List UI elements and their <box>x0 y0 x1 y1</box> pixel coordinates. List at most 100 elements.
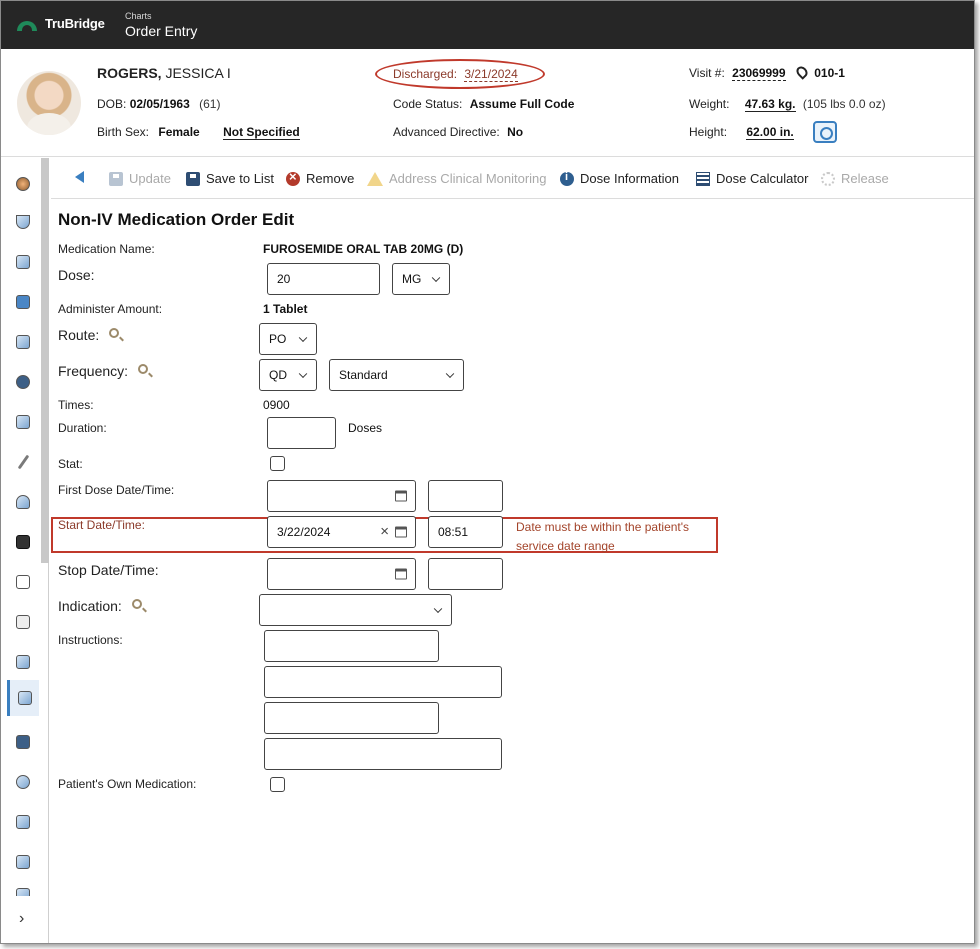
dose-input[interactable]: 20 <box>267 263 380 295</box>
duration-label: Duration: <box>58 421 107 435</box>
code-status-row: Code Status: Assume Full Code <box>393 97 574 111</box>
indication-label: Indication: <box>58 598 142 614</box>
weight-link[interactable]: 47.63 kg. <box>744 97 796 112</box>
medication-name-label: Medication Name: <box>58 242 155 256</box>
pen-icon[interactable] <box>7 444 39 480</box>
indication-select[interactable] <box>259 594 452 626</box>
calendar-icon[interactable] <box>395 526 407 538</box>
list-icon[interactable] <box>7 644 39 680</box>
rx-icon[interactable] <box>7 404 39 440</box>
calendar-icon[interactable] <box>395 568 407 580</box>
back-button[interactable] <box>75 171 84 183</box>
start-time-input[interactable]: 08:51 <box>428 516 503 548</box>
route-select[interactable]: PO <box>259 323 317 355</box>
staff2-icon[interactable] <box>7 844 39 880</box>
advanced-directive-label: Advanced Directive: <box>393 125 500 139</box>
brand-logo[interactable]: TruBridge <box>17 16 105 31</box>
duration-input[interactable] <box>267 417 336 449</box>
stop-date-input[interactable] <box>267 558 416 590</box>
first-dose-time-input[interactable] <box>428 480 503 512</box>
instructions-line-1[interactable] <box>264 630 439 662</box>
user-med-icon[interactable] <box>7 324 39 360</box>
chart-icon[interactable] <box>7 284 39 320</box>
gender-identity-link[interactable]: Not Specified <box>223 125 300 140</box>
times-value: 0900 <box>263 398 290 412</box>
clear-icon[interactable]: × <box>380 523 389 540</box>
top-bar: TruBridge Charts Order Entry <box>1 1 974 49</box>
flask-icon[interactable] <box>7 204 39 240</box>
staff-icon[interactable] <box>7 804 39 840</box>
remove-button[interactable]: Remove <box>286 169 355 186</box>
remove-label: Remove <box>306 171 355 186</box>
medication-order-form: Non-IV Medication Order Edit Medication … <box>51 199 974 943</box>
duration-unit: Doses <box>348 421 383 435</box>
report-icon[interactable] <box>7 604 39 640</box>
administer-amount-value: 1 Tablet <box>263 302 308 316</box>
breadcrumb-section[interactable]: Charts <box>125 11 197 22</box>
help-icon[interactable] <box>7 724 39 760</box>
address-clinical-monitoring-button[interactable]: Address Clinical Monitoring <box>367 171 547 186</box>
advanced-directive-row: Advanced Directive: No <box>393 125 523 139</box>
release-button[interactable]: Release <box>821 171 889 186</box>
more-icon[interactable] <box>7 884 39 896</box>
start-date-input[interactable]: 3/22/2024 × <box>267 516 416 548</box>
stop-time-input[interactable] <box>428 558 503 590</box>
dose-unit-select[interactable]: MG <box>392 263 450 295</box>
dose-information-button[interactable]: Dose Information <box>560 171 679 186</box>
patient-first-name: JESSICA I <box>161 65 231 81</box>
frequency-search-icon[interactable] <box>138 364 149 374</box>
clock-icon[interactable] <box>7 166 39 202</box>
page-title: Order Entry <box>125 23 198 39</box>
discharged-label: Discharged: <box>393 67 458 81</box>
save-icon <box>186 171 200 186</box>
doc-icon[interactable] <box>7 564 39 600</box>
update-button[interactable]: Update <box>109 171 171 186</box>
save-to-list-button[interactable]: Save to List <box>186 171 274 186</box>
rail-scrollbar[interactable] <box>41 158 49 563</box>
settings-icon[interactable] <box>7 764 39 800</box>
monitor-icon[interactable] <box>7 524 39 560</box>
height-link[interactable]: 62.00 in. <box>746 125 794 140</box>
route-search-icon[interactable] <box>109 328 120 338</box>
frequency-select[interactable]: QD <box>259 359 317 391</box>
nurse-icon[interactable] <box>7 484 39 520</box>
instructions-line-2[interactable] <box>264 666 502 698</box>
code-status-label: Code Status: <box>393 97 463 111</box>
own-medication-checkbox[interactable] <box>270 777 285 792</box>
dose-calculator-button[interactable]: Dose Calculator <box>696 171 809 186</box>
patient-name: ROGERS, JESSICA I <box>97 65 231 81</box>
first-dose-date-input[interactable] <box>267 480 416 512</box>
checklist-icon[interactable] <box>7 244 39 280</box>
back-arrow-icon <box>75 171 84 183</box>
indication-search-icon[interactable] <box>131 599 142 609</box>
route-label: Route: <box>58 327 120 343</box>
instructions-line-3[interactable] <box>264 702 439 734</box>
indication-label-text: Indication: <box>58 598 122 614</box>
frequency-type-select[interactable]: Standard <box>329 359 464 391</box>
address-monitoring-label: Address Clinical Monitoring <box>389 171 547 186</box>
stat-checkbox[interactable] <box>270 456 285 471</box>
instructions-line-4[interactable] <box>264 738 502 770</box>
discharged-date[interactable]: 3/21/2024 <box>464 67 518 82</box>
breadcrumb: Charts Order Entry <box>125 11 197 40</box>
first-dose-label: First Dose Date/Time: <box>58 483 175 497</box>
birth-sex-label: Birth Sex: <box>97 125 150 139</box>
calendar-icon[interactable] <box>395 490 407 502</box>
dose-input-value: 20 <box>277 272 291 286</box>
scale-icon[interactable] <box>813 121 837 143</box>
app-window: TruBridge Charts Order Entry ROGERS, JES… <box>0 0 975 944</box>
visit-label: Visit #: <box>689 66 725 80</box>
left-nav-rail: › <box>1 158 49 943</box>
chevron-right-icon[interactable]: › <box>19 910 24 928</box>
weight-lbs: (105 lbs 0.0 oz) <box>802 97 886 111</box>
order-icon[interactable] <box>7 680 39 716</box>
globe-icon[interactable] <box>7 364 39 400</box>
visit-number-link[interactable]: 23069999 <box>732 66 786 81</box>
route-value: PO <box>269 332 287 346</box>
stat-label: Stat: <box>58 457 83 471</box>
start-time-value: 08:51 <box>438 525 469 539</box>
instructions-label: Instructions: <box>58 633 123 647</box>
start-date-value: 3/22/2024 <box>277 525 331 539</box>
dob-row: DOB: 02/05/1963 (61) <box>97 97 220 111</box>
toolbar: Update Save to List Remove Address Clini… <box>51 159 974 199</box>
